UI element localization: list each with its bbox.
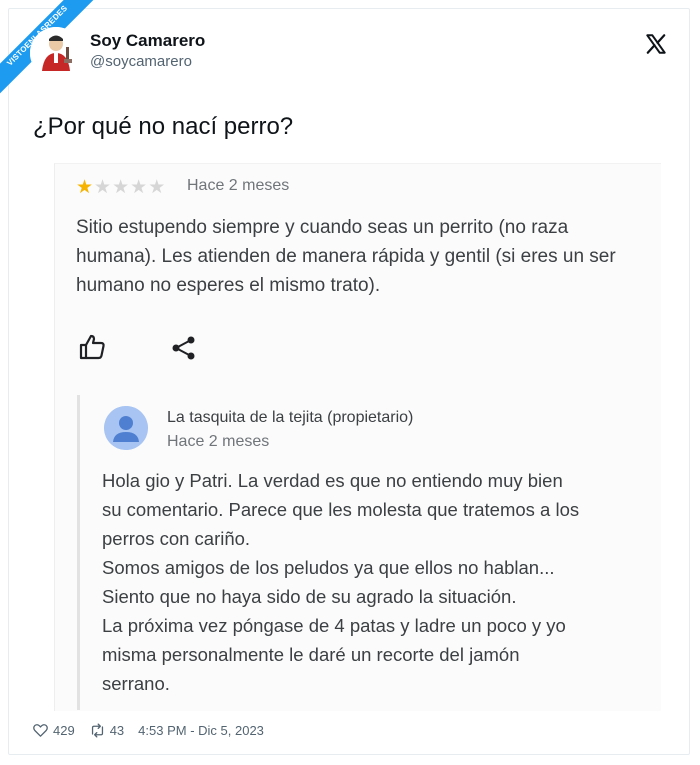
star-icon: ★ <box>94 177 113 198</box>
review-date: Hace 2 meses <box>187 177 290 194</box>
like-count: 429 <box>53 723 75 738</box>
tweet-footer: 429 43 4:53 PM - Dic 5, 2023 <box>32 722 264 739</box>
owner-reply-text: Hola gio y Patri. La verdad es que no en… <box>102 466 652 698</box>
author-name[interactable]: Soy Camarero <box>90 31 205 51</box>
review-text: Sitio estupendo siempre y cuando seas un… <box>76 217 616 296</box>
star-rating: ★★★★★ <box>76 176 166 199</box>
person-icon <box>104 406 148 450</box>
star-icon: ★ <box>76 177 95 198</box>
star-icon: ★ <box>148 177 167 198</box>
retweet-count-group[interactable]: 43 <box>89 722 124 739</box>
reply-line: misma personalmente le daré un recorte d… <box>102 644 520 665</box>
owner-avatar[interactable] <box>104 406 148 450</box>
reply-line: perros con cariño. <box>102 528 251 549</box>
share-icon[interactable] <box>171 335 197 361</box>
reply-line: Somos amigos de los peludos ya que ellos… <box>102 557 555 578</box>
reply-line: serrano. <box>102 673 170 694</box>
reply-divider <box>77 395 80 710</box>
thumbs-up-icon[interactable] <box>78 333 106 361</box>
tweet-text: ¿Por qué no nací perro? <box>33 113 294 140</box>
author-handle[interactable]: @soycamarero <box>90 53 192 70</box>
star-icon: ★ <box>112 177 131 198</box>
tweet-timestamp[interactable]: 4:53 PM - Dic 5, 2023 <box>138 723 264 738</box>
avatar[interactable] <box>30 27 82 79</box>
owner-reply-date: Hace 2 meses <box>167 433 270 450</box>
x-logo-icon[interactable] <box>645 33 667 55</box>
heart-icon[interactable] <box>32 722 49 739</box>
reply-line: Siento que no haya sido de su agrado la … <box>102 586 517 607</box>
star-icon: ★ <box>130 177 149 198</box>
owner-name[interactable]: La tasquita de la tejita (propietario) <box>167 409 413 427</box>
reply-line: Hola gio y Patri. La verdad es que no en… <box>102 470 563 491</box>
like-count-group[interactable]: 429 <box>32 722 75 739</box>
reply-line: La próxima vez póngase de 4 patas y ladr… <box>102 615 566 636</box>
reply-line: su comentario. Parece que les molesta qu… <box>102 499 580 520</box>
retweet-count: 43 <box>109 723 125 738</box>
retweet-icon[interactable] <box>89 722 106 739</box>
